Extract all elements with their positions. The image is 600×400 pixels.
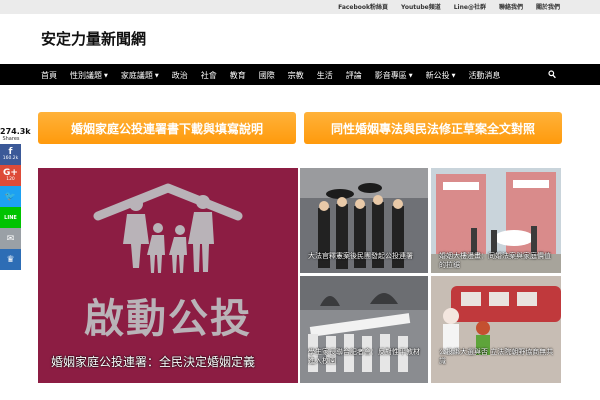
line-icon: LINE <box>4 214 17 221</box>
nav-label: 宗教 <box>287 71 304 80</box>
share-count-google-plus: 120 <box>6 177 15 182</box>
nav-item-opinion[interactable]: 評論 <box>346 70 362 81</box>
sumome-share-button[interactable]: ♛ <box>0 249 21 270</box>
article-tile[interactable]: 學生家長聯合記者會：反對性平教材進入校園 <box>300 276 428 383</box>
nav-item-home[interactable]: 首頁 <box>41 70 57 81</box>
article-tile[interactable]: 大法官釋憲案後民團發起公投連署 <box>300 168 428 273</box>
nav-label: 家庭議題 <box>120 71 153 80</box>
article-title[interactable]: 大法官釋憲案後民團發起公投連署 <box>308 252 422 261</box>
caret-down-icon: ▼ <box>408 72 413 79</box>
article-title[interactable]: 公投綁大選與否 立法院朝野協商無共識 <box>439 348 555 366</box>
nav-item-religion[interactable]: 宗教 <box>288 70 304 81</box>
nav-label: 政治 <box>171 71 188 80</box>
facebook-share-button[interactable]: f 160.2k <box>0 144 21 165</box>
nav-label: 評論 <box>345 71 362 80</box>
email-icon: ✉ <box>6 233 15 244</box>
caret-down-icon: ▼ <box>154 72 159 79</box>
nav-item-video[interactable]: 影音專區 ▼ <box>375 70 413 81</box>
twitter-icon: 🐦 <box>4 191 17 202</box>
nav-label: 新公投 <box>425 71 450 80</box>
crown-icon: ♛ <box>6 254 15 265</box>
share-total: 274.3k <box>0 127 31 136</box>
twitter-share-button[interactable]: 🐦 <box>0 186 21 207</box>
google-plus-share-button[interactable]: G+ 120 <box>0 165 21 186</box>
cta-petition-button[interactable]: 婚姻家庭公投連署書下載與填寫說明 <box>38 112 296 144</box>
nav-label: 影音專區 <box>374 71 407 80</box>
article-title[interactable]: 婚姻大樓漫畫：同婚法案與家庭價值的拉鋸 <box>439 252 555 270</box>
featured-article-title[interactable]: 婚姻家庭公投連署：全民決定婚姻定義 <box>51 355 290 369</box>
nav-label: 生活 <box>316 71 333 80</box>
nav-item-politics[interactable]: 政治 <box>172 70 188 81</box>
nav-label: 國際 <box>258 71 275 80</box>
nav-label: 活動消息 <box>468 71 501 80</box>
article-tile[interactable]: 婚姻大樓漫畫：同婚法案與家庭價值的拉鋸 <box>431 168 561 273</box>
caret-down-icon: ▼ <box>104 72 108 79</box>
top-link-line[interactable]: Line@社群 <box>454 2 486 11</box>
share-label: Shares <box>2 136 20 142</box>
search-icon[interactable] <box>548 70 556 79</box>
article-photo <box>431 276 561 383</box>
nav-item-family[interactable]: 家庭議題 ▼ <box>121 70 159 81</box>
nav-label: 教育 <box>229 71 246 80</box>
top-link-youtube[interactable]: Youtube頻道 <box>401 2 441 11</box>
nav-item-events[interactable]: 活動消息 <box>468 70 500 81</box>
caret-down-icon: ▼ <box>451 72 456 79</box>
article-photo <box>300 276 428 383</box>
top-link-contact[interactable]: 聯絡我們 <box>499 2 523 11</box>
nav-item-society[interactable]: 社會 <box>201 70 217 81</box>
nav-item-education[interactable]: 教育 <box>230 70 246 81</box>
line-share-button[interactable]: LINE <box>0 207 21 228</box>
site-title[interactable]: 安定力量新聞網 <box>41 28 146 49</box>
google-plus-icon: G+ <box>3 168 18 178</box>
share-count-facebook: 160.2k <box>2 156 19 161</box>
top-links: Facebook粉絲頁 Youtube頻道 Line@社群 聯絡我們 關於我們 <box>338 2 560 11</box>
nav-item-international[interactable]: 國際 <box>259 70 275 81</box>
nav-item-life[interactable]: 生活 <box>317 70 333 81</box>
top-link-about[interactable]: 關於我們 <box>536 2 560 11</box>
article-tile[interactable]: 公投綁大選與否 立法院朝野協商無共識 <box>431 276 561 383</box>
nav-item-gender[interactable]: 性別議題 ▼ <box>70 70 108 81</box>
email-share-button[interactable]: ✉ <box>0 228 21 249</box>
nav-items: 首頁 性別議題 ▼ 家庭議題 ▼ 政治 社會 教育 國際 宗教 生活 評論 影音專區… <box>41 70 500 81</box>
cta-draft-comparison-button[interactable]: 同性婚姻專法與民法修正草案全文對照 <box>304 112 562 144</box>
top-link-facebook[interactable]: Facebook粉絲頁 <box>338 2 388 11</box>
top-bar: Facebook粉絲頁 Youtube頻道 Line@社群 聯絡我們 關於我們 <box>0 0 600 14</box>
featured-image-lettering: 啟動公投 <box>84 296 252 342</box>
facebook-icon: f <box>8 147 13 157</box>
article-title[interactable]: 學生家長聯合記者會：反對性平教材進入校園 <box>308 348 422 366</box>
nav-label: 社會 <box>200 71 217 80</box>
nav-label: 首頁 <box>41 71 57 80</box>
nav-item-referendum[interactable]: 新公投 ▼ <box>426 70 456 81</box>
nav-label: 性別議題 <box>70 71 102 80</box>
featured-article[interactable]: 啟動公投 婚姻家庭公投連署：全民決定婚姻定義 <box>38 168 298 383</box>
main-nav: 首頁 性別議題 ▼ 家庭議題 ▼ 政治 社會 教育 國際 宗教 生活 評論 影音專區… <box>0 64 600 85</box>
share-sidebar: 274.3k Shares f 160.2k G+ 120 🐦 LINE ✉ ♛ <box>0 127 31 270</box>
family-house-illustration <box>93 183 243 273</box>
